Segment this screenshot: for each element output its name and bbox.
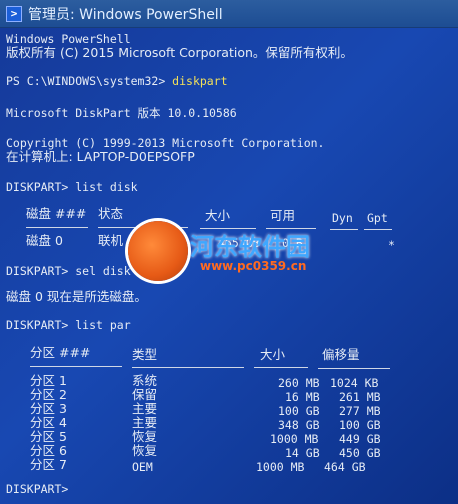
partition-offset: 277 MB (339, 404, 381, 418)
partition-num: 分区 6 (30, 443, 67, 458)
partition-size: 100 GB (278, 404, 320, 418)
partition-offset: 261 MB (339, 390, 381, 404)
header-divider (30, 366, 122, 367)
partition-type: 恢复 (132, 429, 158, 444)
disk-cell: 联机 (98, 233, 124, 248)
disk-cell: 465 GB (218, 236, 260, 250)
header-divider (318, 368, 390, 369)
partition-offset: 1024 KB (330, 376, 379, 390)
partition-num: 分区 7 (30, 457, 67, 472)
window-title: 管理员: Windows PowerShell (28, 6, 223, 23)
partition-type: 主要 (132, 401, 158, 416)
disk-cell: * (388, 238, 395, 252)
console-prompt-line: PS C:\WINDOWS\system32> diskpart (6, 74, 228, 88)
console-line: 版权所有 (C) 2015 Microsoft Corporation。保留所有… (6, 45, 353, 60)
powershell-icon: > (6, 5, 22, 22)
disk-header: 大小 (205, 208, 231, 223)
partition-num: 分区 2 (30, 387, 67, 402)
partition-type: 保留 (132, 387, 158, 402)
partition-num: 分区 5 (30, 429, 67, 444)
command-text: diskpart (172, 74, 228, 88)
partition-header: 偏移量 (322, 347, 360, 362)
partition-num: 分区 3 (30, 401, 67, 416)
header-divider (200, 228, 256, 229)
console-line: DISKPART> sel disk 0 (6, 264, 145, 278)
partition-num: 分区 1 (30, 373, 67, 388)
console-line: DISKPART> list par (6, 318, 131, 332)
partition-offset: 450 GB (339, 446, 381, 460)
console-line: 磁盘 0 现在是所选磁盘。 (6, 289, 147, 304)
partition-size: 14 GB (285, 446, 320, 460)
partition-offset: 464 GB (324, 460, 366, 474)
partition-size: 1000 MB (256, 460, 305, 474)
partition-size: 1000 MB (270, 432, 319, 446)
header-divider (132, 367, 244, 368)
console-line: 在计算机上: LAPTOP-D0EPSOFP (6, 149, 195, 164)
partition-header: 分区 ### (30, 345, 91, 360)
header-divider (26, 227, 88, 228)
disk-header: Dyn (332, 211, 353, 225)
header-divider (98, 227, 188, 228)
console-line: Copyright (C) 1999-2013 Microsoft Corpor… (6, 136, 325, 150)
partition-size: 260 MB (278, 376, 320, 390)
disk-cell: 0 B (282, 236, 303, 250)
partition-size: 16 MB (285, 390, 320, 404)
partition-offset: 100 GB (339, 418, 381, 432)
header-divider (254, 367, 308, 368)
disk-header: 可用 (270, 208, 296, 223)
header-divider (266, 228, 316, 229)
console-line: Windows PowerShell (6, 32, 131, 46)
partition-type: 主要 (132, 415, 158, 430)
header-divider (364, 229, 392, 230)
prompt: PS C:\WINDOWS\system32> (6, 74, 173, 88)
disk-header: 状态 (98, 206, 124, 221)
partition-header: 类型 (132, 347, 158, 362)
partition-offset: 449 GB (339, 432, 381, 446)
title-bar: > 管理员: Windows PowerShell (0, 0, 458, 28)
console-prompt-line: DISKPART> (6, 482, 69, 496)
console-line: Microsoft DiskPart 版本 10.0.10586 (6, 106, 237, 120)
partition-type: 恢复 (132, 443, 158, 458)
partition-type: OEM (132, 460, 153, 474)
console-area[interactable]: Windows PowerShell 版权所有 (C) 2015 Microso… (0, 28, 458, 504)
partition-header: 大小 (260, 347, 286, 362)
disk-header: Gpt (367, 211, 388, 225)
partition-num: 分区 4 (30, 415, 67, 430)
header-divider (330, 229, 358, 230)
partition-type: 系统 (132, 373, 158, 388)
partition-size: 348 GB (278, 418, 320, 432)
disk-cell: 磁盘 0 (26, 233, 63, 248)
disk-header: 磁盘 ### (26, 206, 87, 221)
console-line: DISKPART> list disk (6, 180, 138, 194)
